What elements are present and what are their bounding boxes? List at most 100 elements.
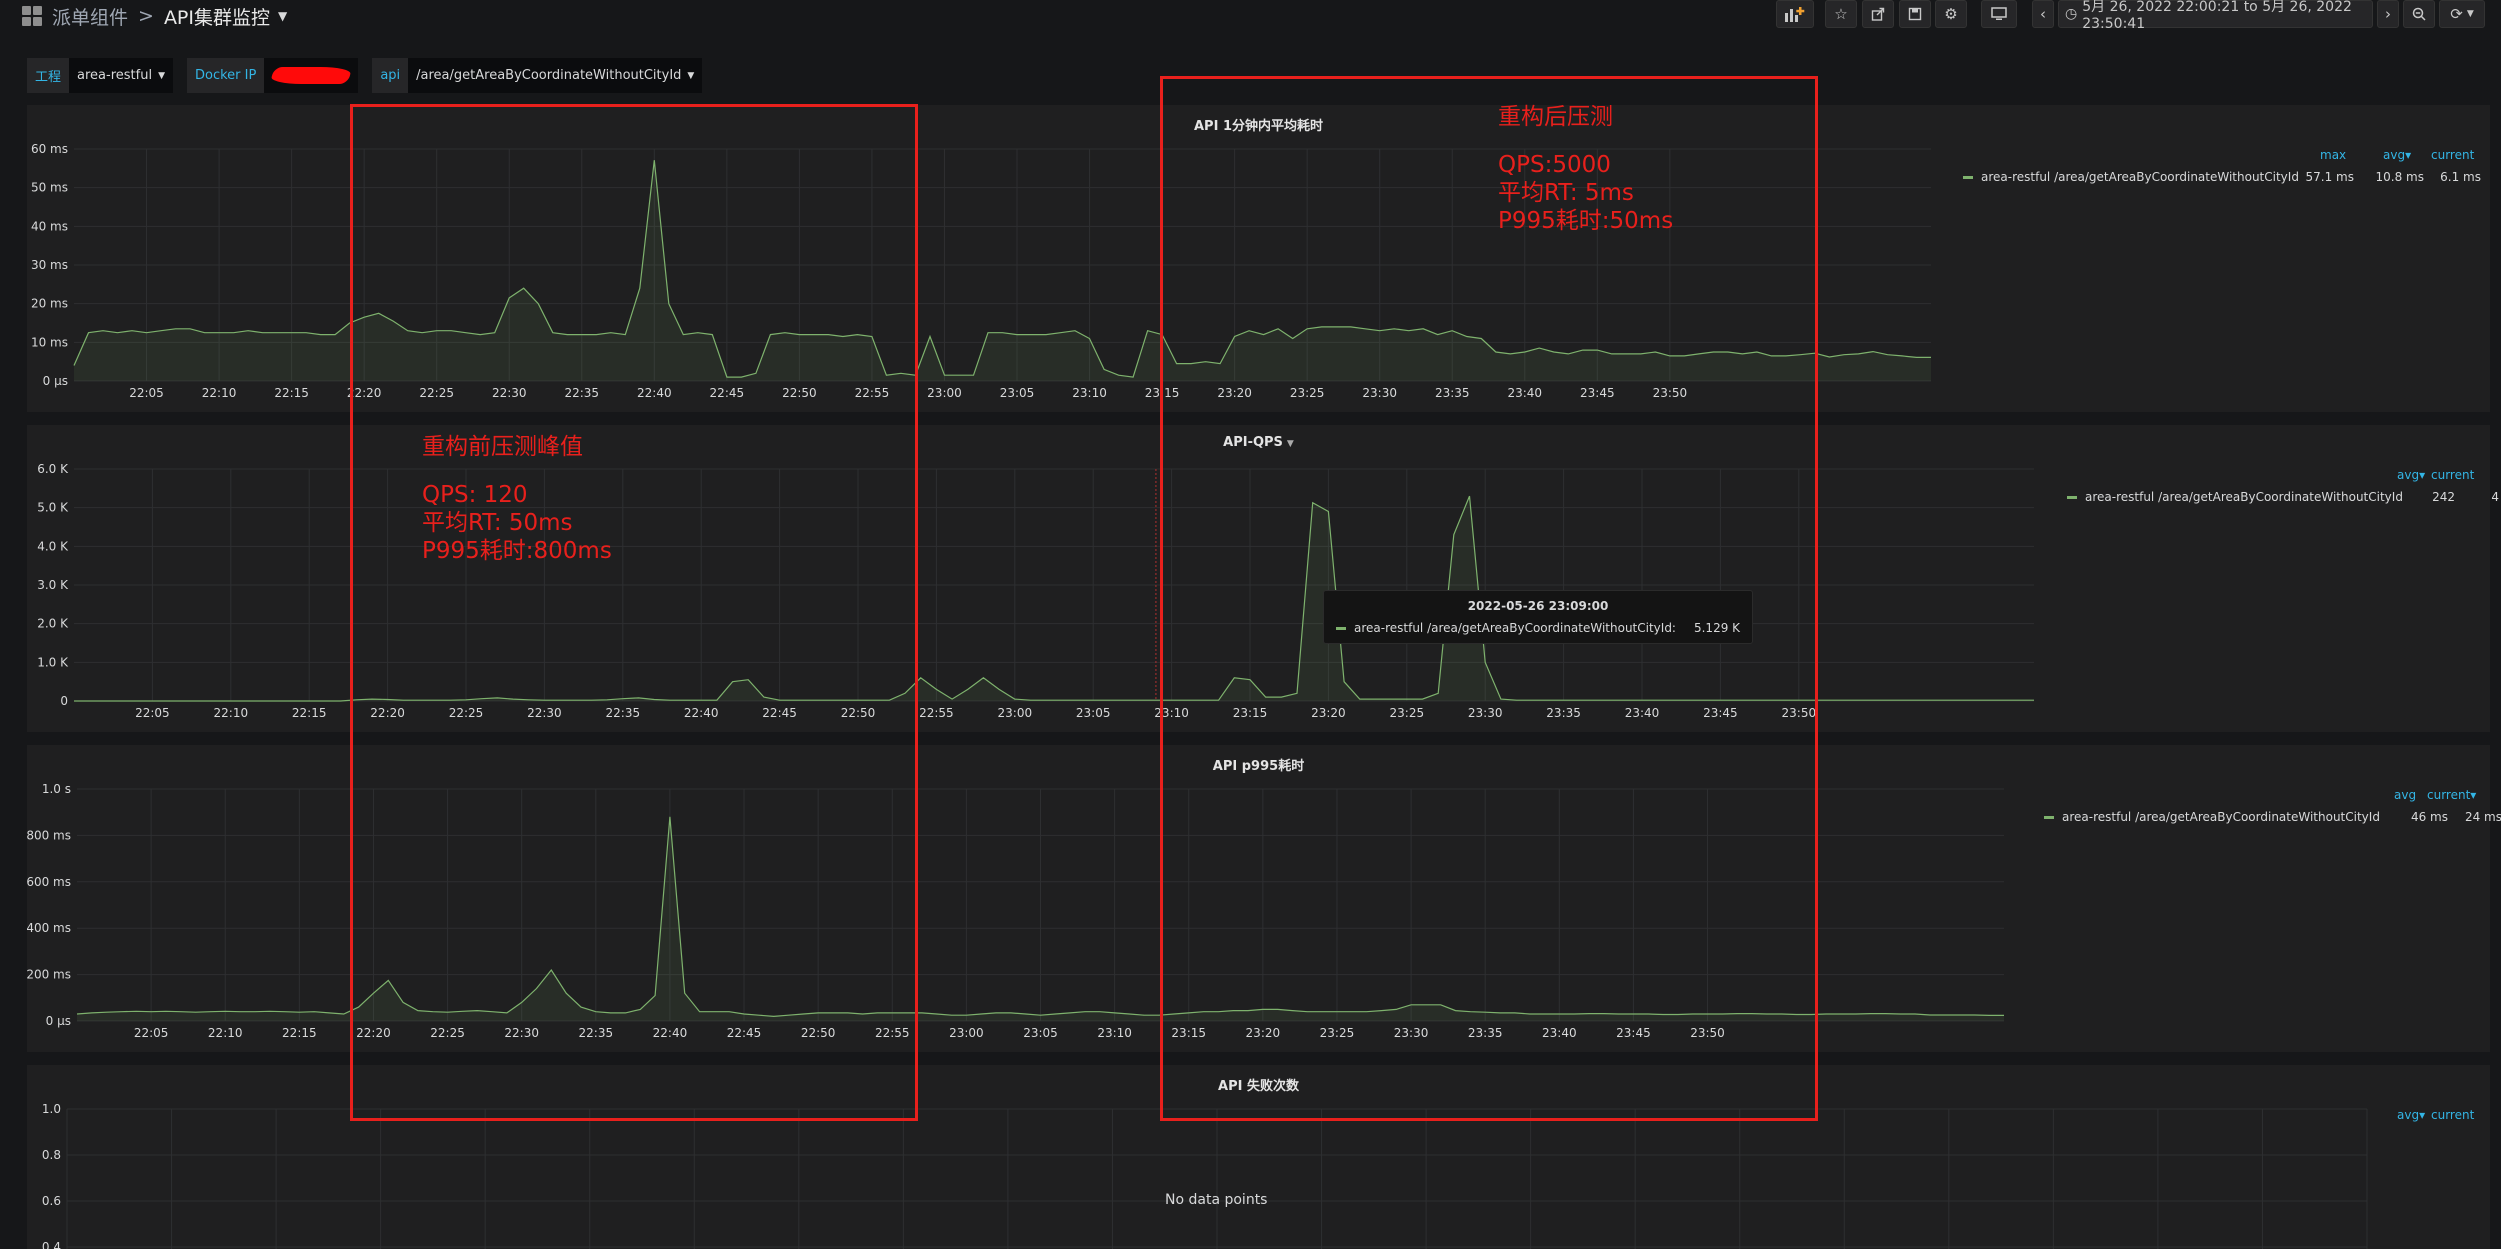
legend-series[interactable]: area-restful /area/getAreaByCoordinateWi…: [2067, 490, 2499, 504]
var-label-api: api: [372, 58, 409, 93]
y-tick-label: 4.0 K: [37, 539, 69, 553]
legend-header-avg[interactable]: avg▾: [2397, 468, 2425, 482]
caret-down-icon: ▼: [158, 70, 165, 81]
legend-series[interactable]: area-restful /area/getAreaByCoordinateWi…: [1963, 170, 2481, 184]
y-tick-label: 0 μs: [43, 374, 68, 388]
legend-avg-value: 242: [2432, 490, 2455, 504]
y-tick-label: 0.8: [42, 1148, 61, 1162]
var-label-docker-ip: Docker IP: [186, 58, 265, 93]
zoom-out-icon[interactable]: [2403, 0, 2435, 28]
breadcrumb: 派单组件 > API集群监控 ▼: [22, 0, 287, 32]
x-tick-label: 23:10: [1072, 386, 1107, 400]
caret-down-icon: ▼: [687, 70, 695, 81]
var-label-project: 工程: [27, 58, 70, 93]
series-color-swatch: [2067, 495, 2077, 499]
legend-series[interactable]: area-restful /area/getAreaByCoordinateWi…: [2044, 810, 2501, 824]
y-tick-label: 1.0: [42, 1102, 61, 1116]
annotation-before-p995: P995耗时:800ms: [422, 538, 612, 564]
x-tick-label: 23:00: [949, 1026, 984, 1040]
y-tick-label: 1.0 K: [37, 655, 69, 669]
legend-max-value: 57.1 ms: [2305, 170, 2354, 184]
x-tick-label: 22:15: [274, 386, 309, 400]
x-tick-label: 23:00: [998, 706, 1033, 720]
legend-series-name: area-restful /area/getAreaByCoordinateWi…: [1981, 170, 2299, 184]
y-tick-label: 200 ms: [27, 968, 71, 982]
refresh-icon[interactable]: ⟳ ▼: [2439, 0, 2485, 28]
y-tick-label: 400 ms: [27, 921, 71, 935]
y-tick-label: 60 ms: [31, 142, 68, 156]
legend-header-current[interactable]: current: [2431, 148, 2474, 162]
chevron-right-icon[interactable]: ›: [2377, 0, 2399, 28]
annotation-after-qps: QPS:5000: [1498, 152, 1611, 178]
series-color-swatch: [1963, 175, 1973, 179]
legend-header-current[interactable]: current: [2431, 468, 2474, 482]
var-select-api[interactable]: /area/getAreaByCoordinateWithoutCityId ▼: [408, 58, 703, 93]
var-select-project[interactable]: area-restful ▼: [69, 58, 173, 93]
dashboard-title[interactable]: API集群监控: [164, 3, 270, 30]
top-navbar: 派单组件 > API集群监控 ▼ ☆ ⚙ ‹ ◷ 5月 26, 2022 22:…: [0, 0, 2501, 32]
legend-header-avg[interactable]: avg▾: [2383, 148, 2411, 162]
legend-current-value: 4: [2491, 490, 2499, 504]
series-color-swatch: [2044, 815, 2054, 819]
legend-series-name: area-restful /area/getAreaByCoordinateWi…: [2085, 490, 2403, 504]
no-data-label: No data points: [1165, 1192, 1268, 1208]
breadcrumb-separator: >: [138, 5, 154, 27]
time-range-picker[interactable]: ◷ 5月 26, 2022 22:00:21 to 5月 26, 2022 23…: [2058, 0, 2373, 32]
y-tick-label: 20 ms: [31, 297, 68, 311]
y-tick-label: 600 ms: [27, 875, 71, 889]
template-variables: 工程 area-restful ▼ Docker IP api /area/get…: [27, 58, 716, 93]
x-tick-label: 23:05: [1000, 386, 1035, 400]
x-tick-label: 22:05: [135, 706, 170, 720]
x-tick-label: 22:05: [134, 1026, 169, 1040]
y-tick-label: 10 ms: [31, 335, 68, 349]
legend-header-avg[interactable]: avg: [2394, 788, 2416, 802]
annotation-after: 重构后压测 QPS:5000 平均RT: 5ms P995耗时:50ms: [1498, 103, 1673, 235]
y-tick-label: 800 ms: [27, 828, 71, 842]
annotation-after-rt: 平均RT: 5ms: [1498, 180, 1634, 206]
x-tick-label: 22:15: [282, 1026, 317, 1040]
y-tick-label: 0.4: [42, 1240, 61, 1249]
title-caret-down-icon[interactable]: ▼: [278, 9, 287, 23]
x-tick-label: 22:10: [208, 1026, 243, 1040]
legend-header-max[interactable]: max: [2320, 148, 2346, 162]
share-icon[interactable]: [1862, 0, 1894, 28]
save-icon[interactable]: [1899, 0, 1931, 28]
legend-avg-value: 10.8 ms: [2375, 170, 2424, 184]
var-select-docker-ip[interactable]: [264, 58, 359, 93]
x-tick-label: 22:05: [129, 386, 164, 400]
y-tick-label: 5.0 K: [37, 501, 69, 515]
legend-avg-value: 46 ms: [2410, 810, 2448, 824]
dashboard-grid-icon[interactable]: [22, 6, 42, 26]
x-tick-label: 22:55: [919, 706, 954, 720]
add-panel-icon[interactable]: [1776, 0, 1814, 28]
legend-header-current[interactable]: current▾: [2427, 788, 2476, 802]
y-tick-label: 0.6: [42, 1194, 61, 1208]
y-tick-label: 0 μs: [46, 1014, 71, 1028]
legend-header-current[interactable]: current: [2431, 1108, 2474, 1122]
legend-current-value: 24 ms: [2464, 810, 2501, 824]
annotation-after-p995: P995耗时:50ms: [1498, 208, 1674, 234]
annotation-box-after: [1160, 76, 1818, 1121]
clock-icon: ◷: [2065, 6, 2078, 22]
x-tick-label: 23:05: [1023, 1026, 1058, 1040]
time-range-label: 5月 26, 2022 22:00:21 to 5月 26, 2022 23:5…: [2082, 0, 2352, 32]
chevron-left-icon[interactable]: ‹: [2032, 0, 2054, 28]
annotation-before-title: 重构前压测峰值: [422, 434, 583, 460]
x-tick-label: 22:10: [214, 706, 249, 720]
tv-icon[interactable]: [1981, 0, 2017, 28]
y-tick-label: 6.0 K: [37, 462, 69, 476]
settings-icon[interactable]: ⚙: [1935, 0, 1967, 28]
breadcrumb-folder[interactable]: 派单组件: [52, 3, 128, 30]
x-tick-label: 23:05: [1076, 706, 1111, 720]
legend-header-avg[interactable]: avg▾: [2397, 1108, 2425, 1122]
annotation-before: 重构前压测峰值 QPS: 120 平均RT: 50ms P995耗时:800ms: [422, 433, 612, 565]
annotation-box-before: [350, 104, 918, 1121]
y-tick-label: 2.0 K: [37, 617, 69, 631]
star-icon[interactable]: ☆: [1825, 0, 1857, 28]
legend-current-value: 6.1 ms: [2440, 170, 2481, 184]
x-tick-label: 23:10: [1097, 1026, 1132, 1040]
annotation-before-rt: 平均RT: 50ms: [422, 510, 573, 536]
legend-series-name: area-restful /area/getAreaByCoordinateWi…: [2062, 810, 2380, 824]
redaction-mark: [270, 67, 353, 84]
x-tick-label: 22:15: [292, 706, 327, 720]
